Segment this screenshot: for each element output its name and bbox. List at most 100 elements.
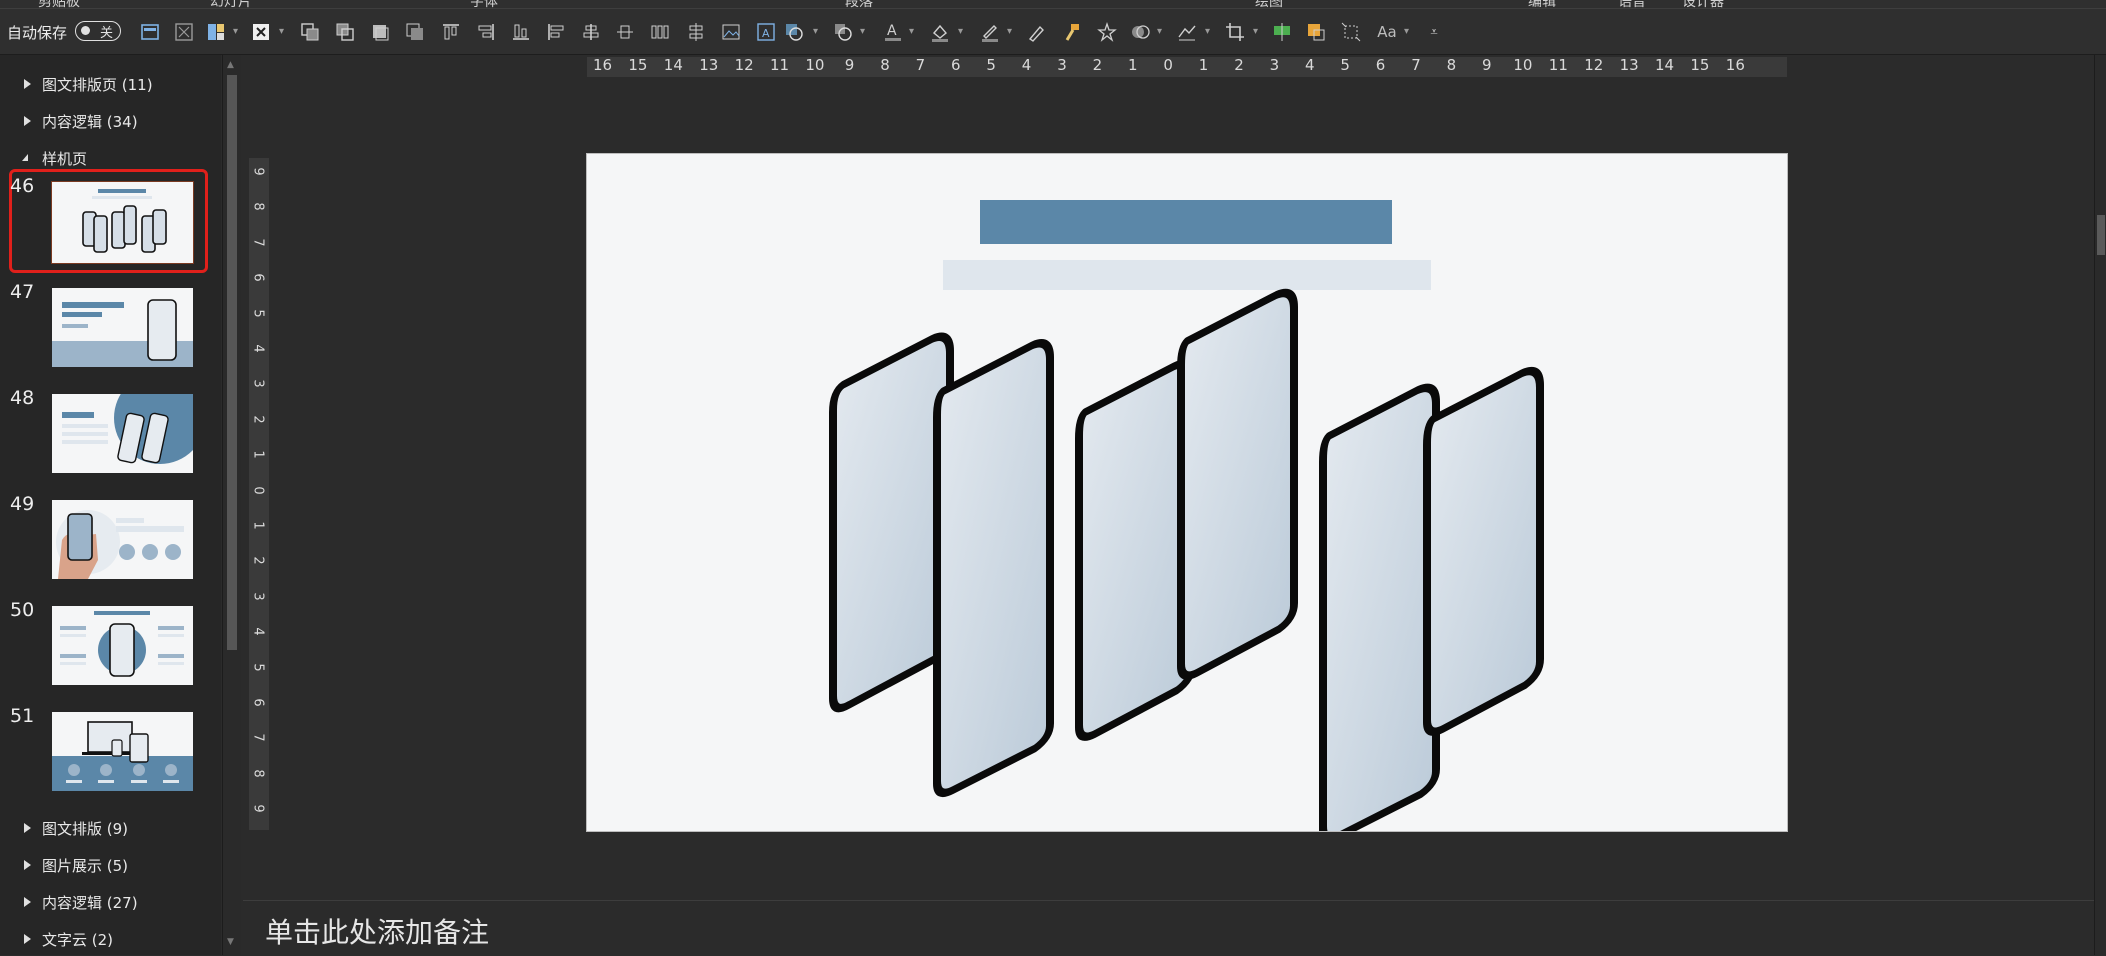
section-tuwen-paiban[interactable]: 图文排版 (9) [0,814,220,842]
edit-shape-icon[interactable] [1174,19,1200,45]
ruler-tick-label: 11 [770,56,790,74]
chevron-down-icon[interactable]: ▾ [233,27,241,37]
send-to-back-icon[interactable] [402,19,428,45]
fill-color-icon[interactable] [927,19,953,45]
ruler-tick-label: 3 [1269,56,1280,74]
chevron-down-icon[interactable]: ▾ [860,27,868,37]
distribute-icon[interactable] [683,19,709,45]
ruler-tick-label: 6 [1375,56,1386,74]
replace-icon[interactable] [1303,19,1329,45]
collapse-triangle-icon [24,823,31,833]
slide-thumbnail-47[interactable] [52,288,193,367]
ruler-tick-label: 15 [628,56,648,74]
align-top-icon[interactable] [438,19,464,45]
merge-shapes-icon[interactable] [1127,19,1153,45]
bring-to-front-icon[interactable] [367,19,393,45]
distribute-h-icon[interactable] [612,19,638,45]
slide-thumbnail-50[interactable] [52,606,193,685]
ruler-tick-label: 4 [250,344,266,353]
canvas-scrollbar[interactable] [2094,55,2106,955]
section-label: 样机页 [42,150,88,168]
section-tupian-zhanshi[interactable]: 图片展示 (5) [0,851,220,879]
phone-mockup-group[interactable] [587,154,1787,831]
bring-forward-icon[interactable] [297,19,323,45]
textbox-icon[interactable]: A [753,19,779,45]
ruler-tick-label: 3 [250,379,266,389]
chevron-down-icon[interactable]: ▾ [1205,27,1213,37]
ruler-tick-label: 14 [663,56,683,74]
autosave-toggle[interactable]: 关 [75,21,121,41]
thumbnail-scrollbar[interactable]: ▲ ▼ [222,55,241,955]
section-icon[interactable] [137,19,163,45]
shapes-icon[interactable] [781,19,807,45]
layout-icon[interactable] [203,19,229,45]
chevron-down-icon[interactable]: ▾ [279,27,287,37]
align-bottom-icon[interactable] [508,19,534,45]
section-tuwen-paibanye[interactable]: 图文排版页 (11) [0,70,220,98]
chevron-down-icon[interactable]: ▾ [1253,27,1261,37]
chevron-down-icon[interactable]: ▾ [813,27,821,37]
more-icon[interactable]: ⩡ [1421,19,1447,45]
ruler-tick-label: 13 [699,56,719,74]
scrollbar-thumb[interactable] [227,75,237,650]
ruler-tick-label: 0 [1163,56,1173,74]
ribbon-group-editing: 编辑 [1528,0,1556,9]
slide-number: 48 [10,387,35,409]
chevron-down-icon[interactable]: ▾ [1007,27,1015,37]
ruler-tick-label: 11 [1548,56,1568,74]
align-right-icon[interactable] [473,19,499,45]
ribbon-group-clipboard: 剪贴板 [38,0,80,9]
font-color-icon[interactable]: A [880,19,906,45]
chevron-down-icon[interactable]: ▾ [1157,27,1165,37]
ruler-tick-label: 6 [250,698,266,707]
slide-thumbnail-48[interactable] [52,394,193,473]
ruler-tick-label: 0 [250,485,266,495]
effects-pen-icon[interactable] [1024,19,1050,45]
ruler-tick-label: 7 [250,238,266,247]
notes-pane[interactable]: 单击此处添加备注 [243,900,2094,956]
section-label: 内容逻辑 (27) [42,894,138,912]
picture-icon[interactable] [718,19,744,45]
star-effects-icon[interactable] [1094,19,1120,45]
svg-text:A: A [762,27,770,40]
resize-icon[interactable] [1269,19,1295,45]
ruler-tick-label: 4 [1305,56,1315,74]
crop-icon[interactable] [1222,19,1248,45]
send-backward-icon[interactable] [332,19,358,45]
ruler-tick-label: 9 [844,56,855,74]
quick-access-toolbar: 自动保存 关 ▾ ▾ A ▾ ▾ A ▾ ▾ ▾ ▾ ▾ ▾ Aa ▾ ⩡ [0,9,2106,55]
ruler-tick-label: 2 [1092,56,1103,74]
distribute-v-icon[interactable] [647,19,673,45]
collapse-triangle-icon [24,79,31,89]
size-icon[interactable] [1338,19,1364,45]
chevron-down-icon[interactable]: ▾ [958,27,966,37]
chevron-down-icon[interactable]: ▾ [1404,27,1412,37]
section-neirong-luoji-2[interactable]: 内容逻辑 (27) [0,888,220,916]
scroll-up-icon[interactable]: ▲ [227,60,234,70]
slide-thumbnail-51[interactable] [52,712,193,791]
slide-thumbnail-49[interactable] [52,500,193,579]
section-neirong-luoji[interactable]: 内容逻辑 (34) [0,107,220,135]
align-center-icon[interactable] [578,19,604,45]
arrange-icon[interactable] [830,19,856,45]
ruler-tick-label: 7 [250,733,266,743]
delete-slide-icon[interactable] [248,19,274,45]
format-painter-icon[interactable] [1059,19,1085,45]
slide-canvas[interactable] [587,154,1787,831]
clear-format-icon[interactable] [171,19,197,45]
collapse-triangle-icon [24,934,31,944]
align-left-icon[interactable] [543,19,569,45]
scrollbar-thumb[interactable] [2097,215,2105,255]
ruler-tick-label: 6 [951,56,961,74]
ribbon-group-labels: 剪贴板 幻灯片 字体 段落 绘图 编辑 语音 设计器 [0,0,2106,9]
notes-placeholder[interactable]: 单击此处添加备注 [265,911,489,951]
ruler-tick-label: 9 [250,804,266,813]
chevron-down-icon[interactable]: ▾ [909,27,917,37]
slide-thumbnail-46[interactable] [51,181,194,264]
outline-color-icon[interactable] [977,19,1003,45]
change-case-icon[interactable]: Aa [1372,19,1402,45]
section-yangjiye[interactable]: 样机页 [0,144,220,172]
scroll-down-icon[interactable]: ▼ [227,937,234,947]
ruler-tick-label: 9 [1482,56,1492,74]
section-wenziyun[interactable]: 文字云 (2) [0,925,220,953]
